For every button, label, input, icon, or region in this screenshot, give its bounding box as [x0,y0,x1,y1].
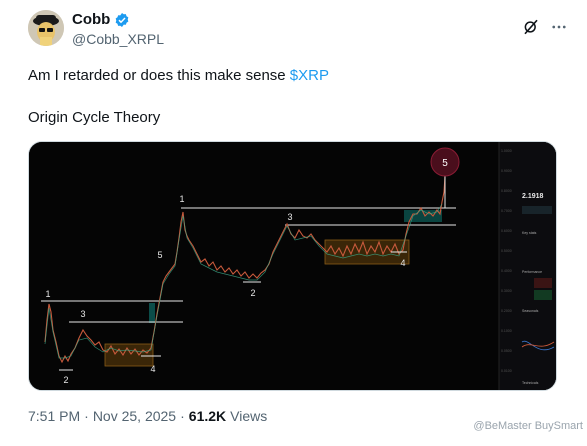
svg-text:0.0500: 0.0500 [501,349,512,353]
avatar[interactable] [28,10,64,46]
svg-text:0.1000: 0.1000 [501,329,512,333]
tweet-header: Cobb @Cobb_XRPL [28,10,568,54]
views-count: 61.2K [188,408,227,424]
side-panel-key-stats: Key stats [522,231,537,235]
tweet-date[interactable]: Nov 25, 2025 [93,408,176,424]
target-circle-label: 5 [442,158,448,169]
wave-label-left-4: 4 [150,364,155,374]
svg-text:1.0000: 1.0000 [501,149,512,153]
user-handle[interactable]: @Cobb_XRPL [72,31,164,47]
watermark-text: @BeMaster BuySmart [473,420,583,432]
views-label: Views [230,408,268,424]
cashtag-link[interactable]: $XRP [290,67,329,84]
verified-badge-icon [115,12,129,27]
wave-label-left-1: 1 [45,289,50,299]
more-icon[interactable] [550,18,568,36]
svg-text:0.4000: 0.4000 [501,269,512,273]
grok-icon[interactable] [522,18,540,36]
meta-separator: · [84,408,89,424]
tweet-time[interactable]: 7:51 PM [28,408,80,424]
svg-text:0.0100: 0.0100 [501,369,512,373]
tweet-text-body: Am I retarded or does this make sense [28,67,290,84]
svg-text:0.2000: 0.2000 [501,309,512,313]
side-panel-seasonals: Seasonals [522,309,539,313]
wave-label-left-3: 3 [80,309,85,319]
wave-label-mid-5: 5 [157,250,162,260]
chart-screenshot: 1.0000 0.9000 0.8000 0.7000 0.6000 0.5000 0.… [29,142,556,390]
wave-label-left-2: 2 [63,375,68,385]
side-panel-performance: Performance [522,270,542,274]
wave-label-right-2: 2 [250,288,255,298]
svg-text:0.7000: 0.7000 [501,209,512,213]
tweet-text: Am I retarded or does this make sense $X… [28,66,568,86]
wave-label-right-1: 1 [179,194,184,204]
display-name[interactable]: Cobb [72,11,110,28]
wave-label-right-3: 3 [287,212,292,222]
svg-text:0.3000: 0.3000 [501,289,512,293]
tweet-media-image[interactable]: 1.0000 0.9000 0.8000 0.7000 0.6000 0.5000 0.… [28,141,557,391]
side-panel-technicals: Technicals [522,381,539,385]
tweet-text-line2: Origin Cycle Theory [28,109,161,126]
svg-text:0.5000: 0.5000 [501,249,512,253]
meta-separator: · [180,408,185,424]
svg-text:0.6000: 0.6000 [501,229,512,233]
tweet-meta: 7:51 PM · Nov 25, 2025 · 61.2K Views [28,408,267,424]
wave-label-right-4: 4 [400,258,405,268]
svg-text:0.9000: 0.9000 [501,169,512,173]
svg-text:0.8000: 0.8000 [501,189,512,193]
side-panel-price: 2.1918 [522,193,544,200]
